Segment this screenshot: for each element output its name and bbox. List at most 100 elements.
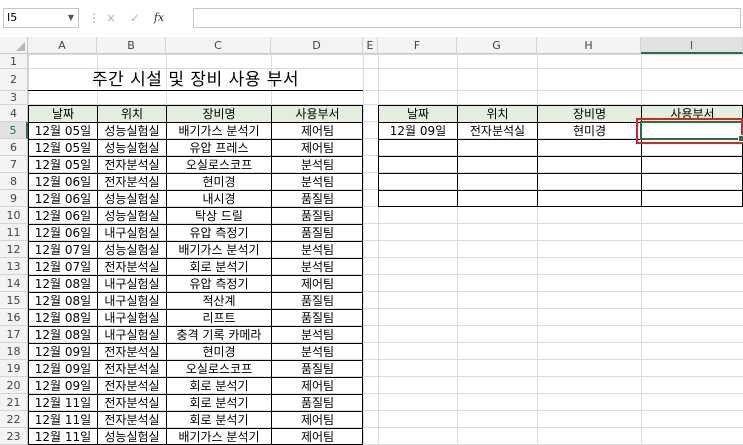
main-table-header-cell[interactable]: 위치 [97, 105, 166, 122]
main-table-cell[interactable]: 유압 측정기 [166, 275, 271, 292]
lookup-table-cell[interactable] [641, 190, 743, 207]
main-table-cell[interactable]: 리프트 [166, 309, 271, 326]
main-table-cell[interactable]: 성능실험실 [97, 122, 166, 139]
insert-function-icon[interactable]: fx [148, 8, 170, 28]
main-table-cell[interactable]: 12월 06일 [28, 190, 97, 207]
lookup-table-cell[interactable] [457, 139, 537, 156]
main-table-cell[interactable]: 내구실험실 [97, 326, 166, 343]
cancel-icon[interactable]: × [100, 8, 122, 28]
column-header-h[interactable]: H [537, 37, 641, 54]
row-header-16[interactable]: 16 [0, 309, 28, 326]
lookup-table-cell[interactable] [378, 139, 457, 156]
main-table-cell[interactable]: 배기가스 분석기 [166, 241, 271, 258]
main-table-cell[interactable]: 12월 09일 [28, 343, 97, 360]
main-table-cell[interactable]: 배기가스 분석기 [166, 428, 271, 445]
lookup-table-cell[interactable] [457, 156, 537, 173]
main-table-cell[interactable]: 분석팀 [271, 241, 363, 258]
main-table-cell[interactable]: 성능실험실 [97, 428, 166, 445]
lookup-table-header-cell[interactable]: 위치 [457, 105, 537, 122]
lookup-table-cell[interactable]: 12월 09일 [378, 122, 457, 139]
lookup-table-header-cell[interactable]: 장비명 [537, 105, 641, 122]
main-table-cell[interactable]: 성능실험실 [97, 207, 166, 224]
row-header-7[interactable]: 7 [0, 156, 28, 173]
row-header-11[interactable]: 11 [0, 224, 28, 241]
column-header-g[interactable]: G [457, 37, 537, 54]
column-header-i[interactable]: I [641, 37, 743, 54]
row-header-14[interactable]: 14 [0, 275, 28, 292]
lookup-table-cell[interactable] [537, 173, 641, 190]
column-header-a[interactable]: A [28, 37, 97, 54]
main-table-cell[interactable]: 충격 기록 카메라 [166, 326, 271, 343]
main-table-cell[interactable]: 전자분석실 [97, 258, 166, 275]
row-header-15[interactable]: 15 [0, 292, 28, 309]
main-table-cell[interactable]: 품질팀 [271, 224, 363, 241]
column-header-d[interactable]: D [271, 37, 363, 54]
main-table-cell[interactable]: 전자분석실 [97, 360, 166, 377]
main-table-cell[interactable]: 12월 06일 [28, 173, 97, 190]
main-table-cell[interactable]: 제어팀 [271, 411, 363, 428]
row-header-5[interactable]: 5 [0, 122, 28, 139]
main-table-cell[interactable]: 12월 11일 [28, 411, 97, 428]
main-table-cell[interactable]: 유압 측정기 [166, 224, 271, 241]
lookup-table-cell[interactable] [537, 190, 641, 207]
main-table-cell[interactable]: 전자분석실 [97, 377, 166, 394]
column-header-e[interactable]: E [363, 37, 378, 54]
main-table-cell[interactable]: 내구실험실 [97, 309, 166, 326]
main-table-cell[interactable]: 12월 11일 [28, 428, 97, 445]
main-table-cell[interactable]: 12월 05일 [28, 122, 97, 139]
select-all-button[interactable] [0, 37, 28, 54]
main-table-cell[interactable]: 12월 05일 [28, 139, 97, 156]
main-table-cell[interactable]: 제어팀 [271, 428, 363, 445]
main-table-cell[interactable]: 현미경 [166, 173, 271, 190]
main-table-cell[interactable]: 전자분석실 [97, 343, 166, 360]
main-table-cell[interactable]: 현미경 [166, 343, 271, 360]
main-table-cell[interactable]: 성능실험실 [97, 241, 166, 258]
main-table-cell[interactable]: 분석팀 [271, 173, 363, 190]
main-table-cell[interactable]: 품질팀 [271, 292, 363, 309]
row-header-2[interactable]: 2 [0, 69, 28, 91]
main-table-cell[interactable]: 오실로스코프 [166, 360, 271, 377]
main-table-cell[interactable]: 분석팀 [271, 258, 363, 275]
main-table-cell[interactable]: 12월 08일 [28, 292, 97, 309]
main-table-cell[interactable]: 품질팀 [271, 309, 363, 326]
row-header-13[interactable]: 13 [0, 258, 28, 275]
main-table-cell[interactable]: 12월 09일 [28, 360, 97, 377]
main-table-cell[interactable]: 성능실험실 [97, 139, 166, 156]
main-table-cell[interactable]: 12월 05일 [28, 156, 97, 173]
row-header-4[interactable]: 4 [0, 105, 28, 122]
main-table-cell[interactable]: 품질팀 [271, 394, 363, 411]
row-header-3[interactable]: 3 [0, 91, 28, 105]
main-table-cell[interactable]: 12월 06일 [28, 207, 97, 224]
main-table-header-cell[interactable]: 장비명 [166, 105, 271, 122]
main-table-cell[interactable]: 내구실험실 [97, 224, 166, 241]
lookup-table-cell[interactable] [537, 156, 641, 173]
main-table-cell[interactable]: 12월 08일 [28, 309, 97, 326]
row-header-12[interactable]: 12 [0, 241, 28, 258]
main-table-cell[interactable]: 제어팀 [271, 377, 363, 394]
row-header-22[interactable]: 22 [0, 411, 28, 428]
main-table-cell[interactable]: 성능실험실 [97, 190, 166, 207]
lookup-table-cell[interactable] [378, 156, 457, 173]
main-table-header-cell[interactable]: 날짜 [28, 105, 97, 122]
main-table-cell[interactable]: 내시경 [166, 190, 271, 207]
main-table-cell[interactable]: 회로 분석기 [166, 411, 271, 428]
row-header-19[interactable]: 19 [0, 360, 28, 377]
main-table-cell[interactable]: 분석팀 [271, 156, 363, 173]
row-header-20[interactable]: 20 [0, 377, 28, 394]
main-table-cell[interactable]: 12월 07일 [28, 241, 97, 258]
main-table-cell[interactable]: 적산계 [166, 292, 271, 309]
row-header-18[interactable]: 18 [0, 343, 28, 360]
main-table-cell[interactable]: 12월 06일 [28, 224, 97, 241]
chevron-down-icon[interactable]: ▼ [68, 9, 74, 27]
lookup-table-cell[interactable] [378, 190, 457, 207]
main-table-cell[interactable]: 분석팀 [271, 326, 363, 343]
main-table-cell[interactable]: 내구실험실 [97, 292, 166, 309]
column-header-b[interactable]: B [97, 37, 166, 54]
main-table-cell[interactable]: 12월 09일 [28, 377, 97, 394]
main-table-cell[interactable]: 품질팀 [271, 190, 363, 207]
main-table-cell[interactable]: 회로 분석기 [166, 258, 271, 275]
enter-icon[interactable]: ✓ [124, 8, 146, 28]
row-header-17[interactable]: 17 [0, 326, 28, 343]
main-table-cell[interactable]: 오실로스코프 [166, 156, 271, 173]
lookup-table-cell[interactable] [457, 190, 537, 207]
